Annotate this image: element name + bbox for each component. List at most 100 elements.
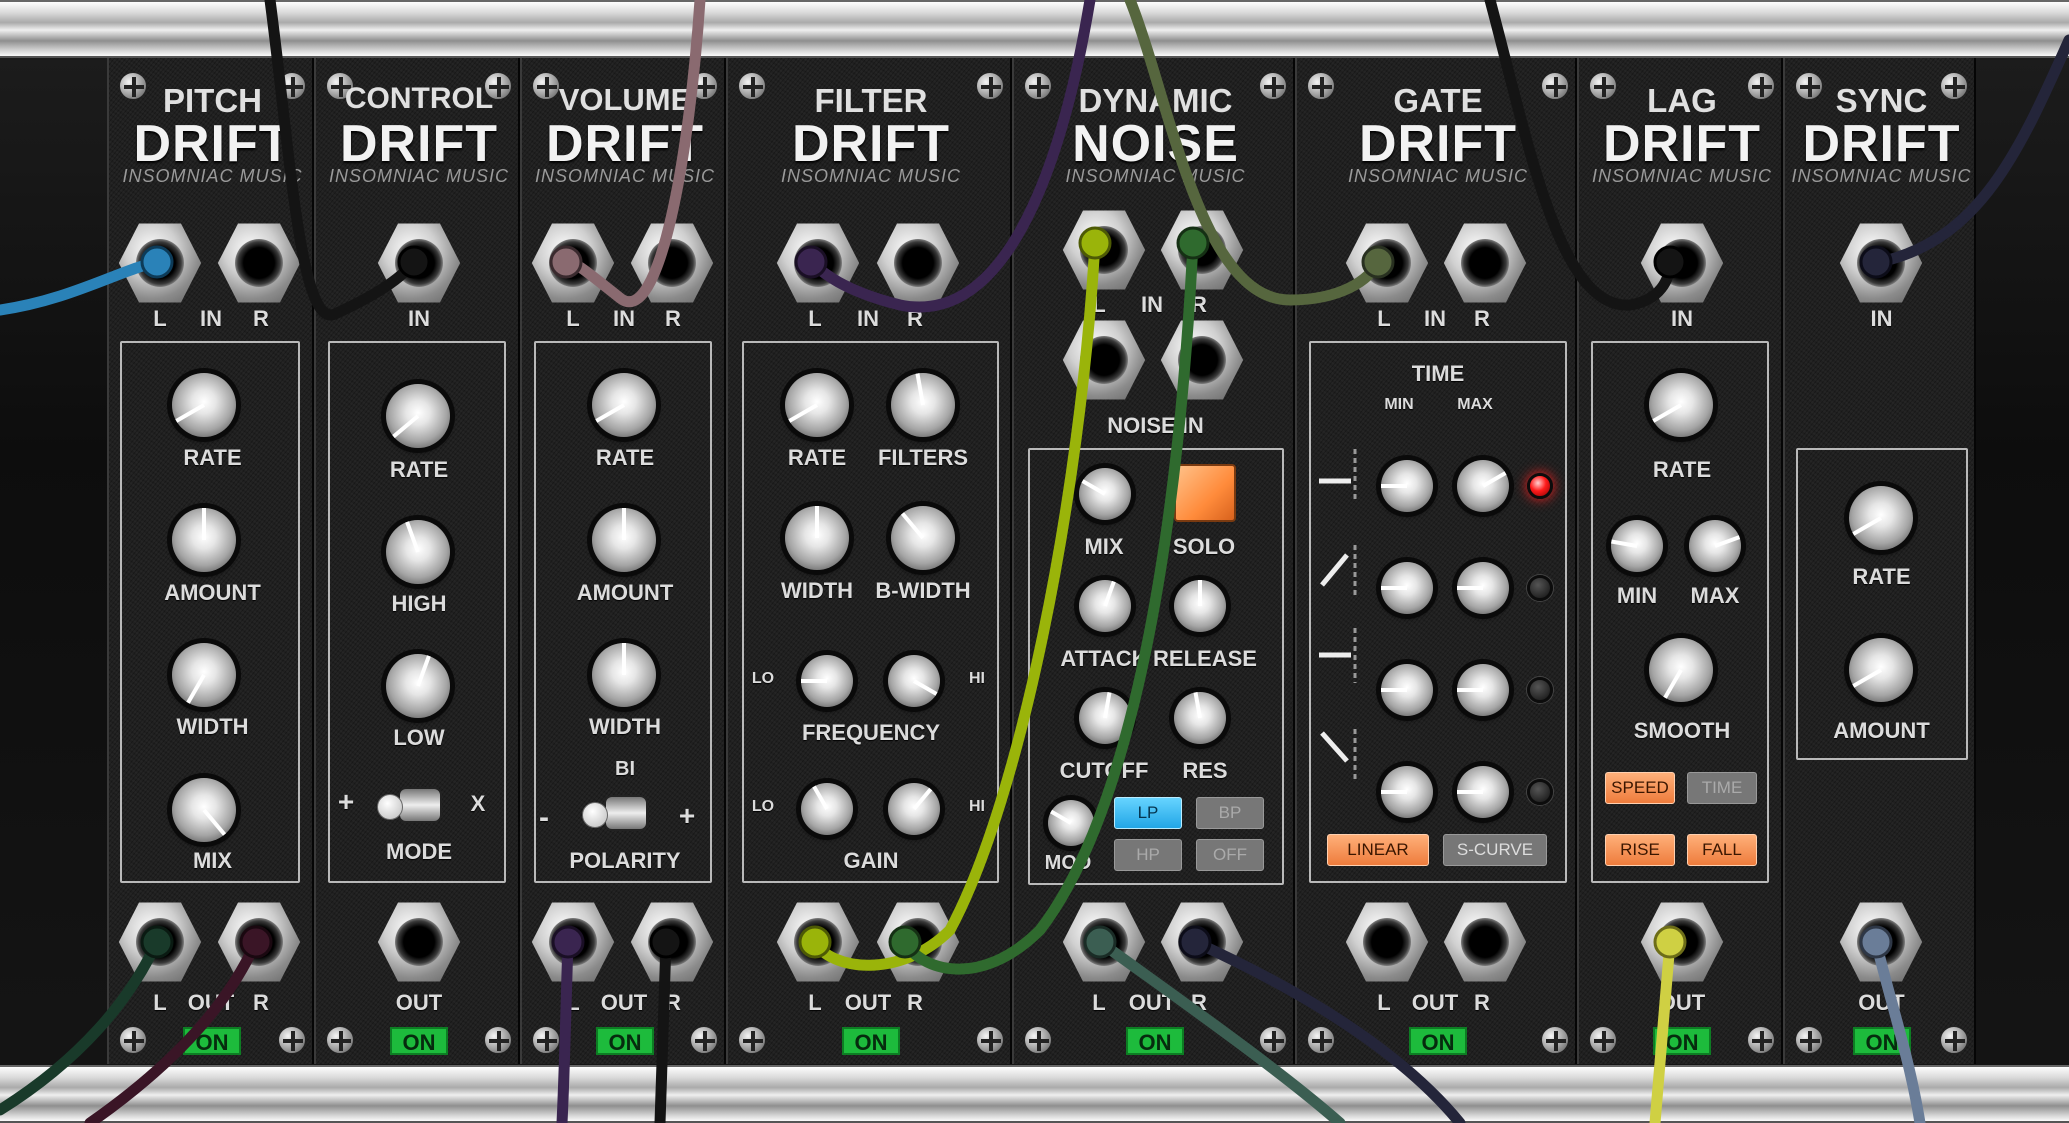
module-title-large: DRIFT: [133, 115, 292, 173]
input-jack[interactable]: [377, 223, 461, 303]
filters-knob[interactable]: [891, 373, 955, 437]
width-knob[interactable]: [592, 643, 656, 707]
output-jack-right[interactable]: [630, 902, 714, 982]
output-jack-right[interactable]: [1160, 902, 1244, 982]
output-jack[interactable]: [377, 902, 461, 982]
noise-in-label: NOISE IN: [1107, 413, 1204, 438]
control-drift-module: CONTROL DRIFT INSOMNIAC MUSIC IN RATE HI…: [314, 58, 520, 1064]
rate-knob[interactable]: [1649, 373, 1713, 437]
power-on-button[interactable]: ON: [390, 1027, 448, 1055]
time-min-knob[interactable]: [1381, 460, 1433, 512]
time-max-knob[interactable]: [1457, 562, 1509, 614]
input-jack-right[interactable]: [217, 223, 301, 303]
bp-filter-button[interactable]: BP: [1196, 797, 1264, 829]
amount-knob[interactable]: [1849, 638, 1913, 702]
toggle-handle[interactable]: [582, 802, 608, 828]
time-min-knob[interactable]: [1381, 664, 1433, 716]
power-on-button[interactable]: ON: [596, 1027, 654, 1055]
polarity-toggle-switch[interactable]: [604, 795, 648, 831]
high-knob[interactable]: [386, 520, 450, 584]
input-jack-right[interactable]: [1443, 223, 1527, 303]
jack-label: L: [1092, 990, 1106, 1015]
time-min-knob[interactable]: [1381, 766, 1433, 818]
smooth-knob[interactable]: [1649, 638, 1713, 702]
brand-label: INSOMNIAC MUSIC: [122, 166, 303, 186]
s-curve-button[interactable]: S-CURVE: [1443, 834, 1547, 866]
fall-button[interactable]: FALL: [1687, 834, 1757, 866]
time-max-knob[interactable]: [1457, 460, 1509, 512]
input-jack-right[interactable]: [630, 223, 714, 303]
hp-filter-button[interactable]: HP: [1114, 839, 1182, 871]
freq-lo-label: LO: [751, 670, 775, 687]
rate-knob[interactable]: [592, 373, 656, 437]
output-jack-right[interactable]: [217, 902, 301, 982]
amount-knob[interactable]: [172, 508, 236, 572]
mix-knob[interactable]: [172, 778, 236, 842]
rate-knob[interactable]: [172, 373, 236, 437]
output-jack[interactable]: [1640, 902, 1724, 982]
cutoff-knob[interactable]: [1079, 692, 1131, 744]
gain-lo-knob[interactable]: [801, 783, 853, 835]
rise-button[interactable]: RISE: [1605, 834, 1675, 866]
time-max-knob[interactable]: [1457, 766, 1509, 818]
knob-label: CUTOFF: [1059, 758, 1149, 783]
mode-toggle-switch[interactable]: [398, 787, 442, 823]
input-jack-left[interactable]: [1062, 210, 1146, 290]
power-on-button[interactable]: ON: [183, 1027, 241, 1055]
input-jack[interactable]: [1839, 223, 1923, 303]
b-width-knob[interactable]: [891, 506, 955, 570]
input-jack-right[interactable]: [876, 223, 960, 303]
power-on-button[interactable]: ON: [842, 1027, 900, 1055]
output-jack[interactable]: [1839, 902, 1923, 982]
release-knob[interactable]: [1174, 580, 1226, 632]
noise-input-jack-right[interactable]: [1160, 320, 1244, 400]
max-label: MAX: [1457, 396, 1493, 413]
toggle-handle[interactable]: [377, 794, 403, 820]
mix-knob[interactable]: [1079, 468, 1131, 520]
input-jack-right[interactable]: [1160, 210, 1244, 290]
solo-button[interactable]: [1174, 464, 1236, 522]
input-jack[interactable]: [1640, 223, 1724, 303]
frequency-hi-knob[interactable]: [888, 655, 940, 707]
rate-knob[interactable]: [1849, 486, 1913, 550]
lp-filter-button[interactable]: LP: [1114, 797, 1182, 829]
time-button[interactable]: TIME: [1687, 772, 1757, 804]
output-jack-left[interactable]: [531, 902, 615, 982]
speed-button[interactable]: SPEED: [1605, 772, 1675, 804]
power-on-button[interactable]: ON: [1853, 1027, 1911, 1055]
output-jack-left[interactable]: [118, 902, 202, 982]
button-label: SOLO: [1172, 534, 1236, 559]
time-min-knob[interactable]: [1381, 562, 1433, 614]
amount-knob[interactable]: [592, 508, 656, 572]
mod-knob[interactable]: [1048, 800, 1094, 846]
noise-input-jack-left[interactable]: [1062, 320, 1146, 400]
time-max-knob[interactable]: [1457, 664, 1509, 716]
linear-button[interactable]: LINEAR: [1327, 834, 1429, 866]
attack-knob[interactable]: [1079, 580, 1131, 632]
input-jack-left[interactable]: [531, 223, 615, 303]
rate-knob[interactable]: [785, 373, 849, 437]
output-jack-left[interactable]: [1062, 902, 1146, 982]
dynamic-noise-module: DYNAMIC NOISE INSOMNIAC MUSIC L IN R NOI…: [1012, 58, 1295, 1064]
output-jack-left[interactable]: [776, 902, 860, 982]
input-jack-left[interactable]: [118, 223, 202, 303]
input-jack-left[interactable]: [776, 223, 860, 303]
power-on-button[interactable]: ON: [1409, 1027, 1467, 1055]
input-jack-left[interactable]: [1345, 223, 1429, 303]
output-jack-left[interactable]: [1345, 902, 1429, 982]
min-knob[interactable]: [1611, 520, 1663, 572]
off-filter-button[interactable]: OFF: [1196, 839, 1264, 871]
power-on-button[interactable]: ON: [1126, 1027, 1184, 1055]
frequency-lo-knob[interactable]: [801, 655, 853, 707]
power-on-button[interactable]: ON: [1653, 1027, 1711, 1055]
switch-label: MODE: [386, 839, 452, 864]
max-knob[interactable]: [1689, 520, 1741, 572]
width-knob[interactable]: [172, 643, 236, 707]
gain-hi-knob[interactable]: [888, 783, 940, 835]
low-knob[interactable]: [386, 654, 450, 718]
res-knob[interactable]: [1174, 692, 1226, 744]
output-jack-right[interactable]: [876, 902, 960, 982]
rate-knob[interactable]: [386, 384, 450, 448]
width-knob[interactable]: [785, 506, 849, 570]
output-jack-right[interactable]: [1443, 902, 1527, 982]
